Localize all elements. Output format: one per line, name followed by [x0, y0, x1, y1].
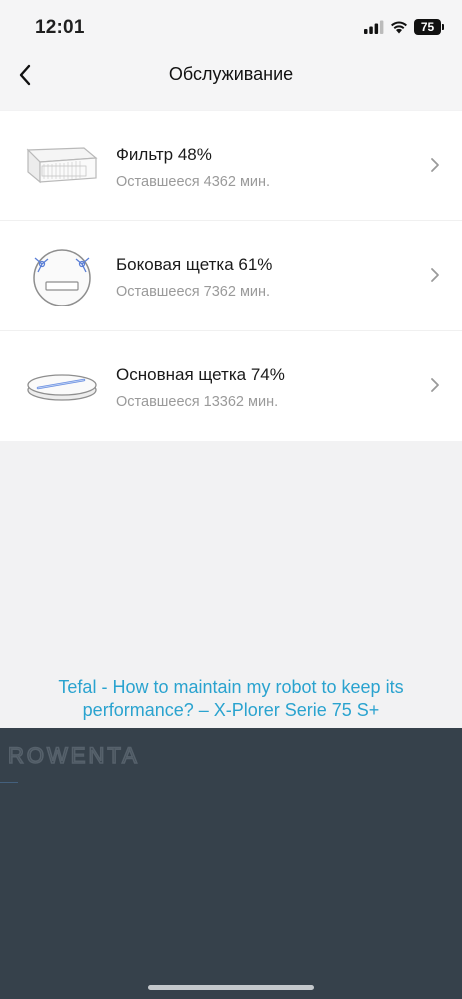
status-bar: 12:01 75 [0, 0, 462, 52]
nav-bar: Обслуживание [0, 52, 462, 110]
list-item-filter[interactable]: Фильтр 48% Оставшееся 4362 мин. [0, 111, 462, 221]
filter-icon [26, 147, 98, 184]
list-item-side-brush[interactable]: Боковая щетка 61% Оставшееся 7362 мин. [0, 221, 462, 331]
list-item-main-brush[interactable]: Основная щетка 74% Оставшееся 13362 мин. [0, 331, 462, 441]
item-title: Боковая щетка 61% [116, 255, 273, 274]
battery-cap [442, 24, 444, 30]
svg-text:ROWENTA: ROWENTA [8, 744, 140, 766]
home-indicator[interactable] [148, 985, 314, 990]
rowenta-logo: ROWENTA [8, 744, 140, 766]
brand-footer: ROWENTA [0, 728, 462, 999]
battery-icon: 75 [414, 19, 441, 35]
status-time: 12:01 [35, 17, 85, 38]
item-remaining: Оставшееся 13362 мин. [116, 394, 279, 410]
main-brush-icon [27, 374, 97, 401]
side-brush-icon [33, 249, 91, 306]
help-link[interactable]: Tefal - How to maintain my robot to keep… [20, 676, 442, 722]
maintenance-list: Фильтр 48% Оставшееся 4362 мин. Боковая … [0, 111, 462, 441]
chevron-right-icon [431, 158, 439, 172]
cellular-signal-icon [364, 20, 384, 34]
page-title: Обслуживание [168, 64, 294, 84]
chevron-right-icon [431, 268, 439, 282]
item-title: Основная щетка 74% [116, 365, 285, 384]
brand-accent-line [0, 782, 18, 783]
item-remaining: Оставшееся 7362 мин. [116, 284, 271, 300]
battery-level: 75 [420, 20, 435, 34]
wifi-icon [391, 21, 407, 34]
item-remaining: Оставшееся 4362 мин. [116, 174, 271, 190]
item-title: Фильтр 48% [116, 145, 212, 164]
chevron-right-icon [431, 378, 439, 392]
